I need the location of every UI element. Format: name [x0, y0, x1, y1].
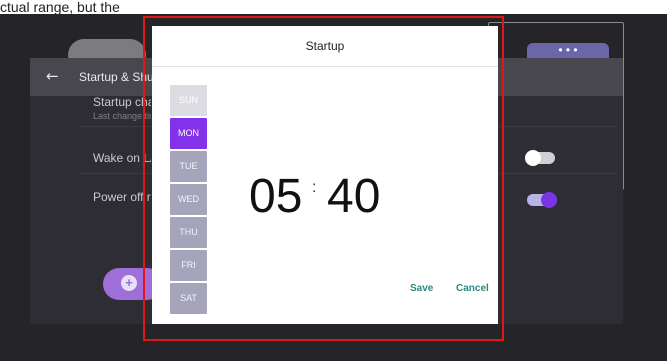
time-separator: : — [312, 179, 317, 196]
startup-dialog: Startup SUN MON TUE WED THU FRI SAT 05 :… — [152, 26, 498, 324]
day-button-sun: SUN — [170, 85, 207, 116]
weekday-selector: SUN MON TUE WED THU FRI SAT — [170, 85, 207, 316]
wake-on-lan-toggle[interactable] — [525, 150, 555, 166]
power-off-reminder-toggle[interactable] — [527, 192, 557, 208]
save-button[interactable]: Save — [410, 281, 433, 297]
day-button-thu[interactable]: THU — [170, 217, 207, 248]
toggle-knob — [525, 150, 541, 166]
toggle-knob — [541, 192, 557, 208]
back-arrow-icon[interactable]: ← — [46, 68, 62, 84]
day-button-fri[interactable]: FRI — [170, 250, 207, 281]
more-icon: • • • — [558, 43, 578, 57]
day-button-sat[interactable]: SAT — [170, 283, 207, 314]
hour-value[interactable]: 05 — [249, 169, 302, 225]
time-picker: 05 : 40 — [249, 169, 389, 229]
minute-value[interactable]: 40 — [327, 169, 380, 225]
cancel-button[interactable]: Cancel — [456, 281, 489, 297]
plus-circle-icon: + — [121, 275, 137, 291]
day-button-wed[interactable]: WED — [170, 184, 207, 215]
day-button-mon[interactable]: MON — [170, 118, 207, 149]
dialog-title: Startup — [305, 39, 345, 53]
dialog-divider — [152, 66, 498, 67]
day-button-tue[interactable]: TUE — [170, 151, 207, 182]
